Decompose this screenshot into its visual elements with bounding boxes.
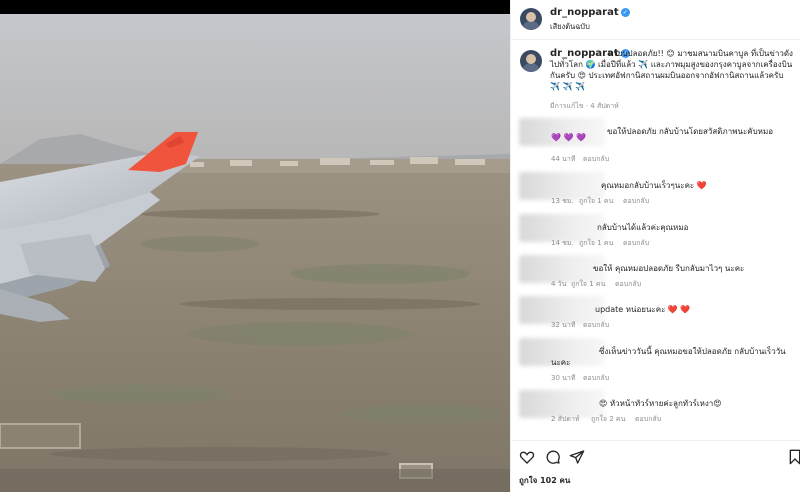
airplane-window-view	[0, 14, 510, 492]
comment-time: 32 นาที	[551, 321, 576, 329]
reply-button[interactable]: ตอบกลับ	[583, 320, 609, 331]
comment-text: update หน่อยนะคะ ❤️ ❤️	[595, 305, 691, 314]
post-actions-bar: ถูกใจ 102 คน	[511, 440, 800, 492]
comment-time: 44 นาที	[551, 155, 576, 163]
reply-button[interactable]: ตอบกลับ	[623, 238, 649, 249]
comment-time: 13 ชม.	[551, 197, 574, 205]
reply-button[interactable]: ตอบกลับ	[583, 154, 609, 165]
comment-time: 2 สัปดาห์	[551, 415, 580, 423]
comment-icon[interactable]	[545, 449, 561, 465]
verified-icon: ✓	[620, 8, 630, 17]
caption-text: หายบปลอดภัย!! 😊 มาชมสนามบินคาบูล ที่เป็น…	[550, 49, 793, 91]
header-username-text[interactable]: dr_nopparat	[550, 7, 619, 18]
comment-text: 😍 หัวหน้าทัวร์หายค่ะลูกทัวร์เหงา😍	[599, 399, 722, 408]
post-header: dr_nopparat ✓ เสียงต้นฉบับ	[511, 0, 800, 40]
post-panel: dr_nopparat ✓ เสียงต้นฉบับ dr_nopparat ✓ ห…	[510, 0, 800, 492]
avatar[interactable]	[520, 8, 542, 30]
post-meta: มีการแก้ไข · 4 สัปดาห์	[550, 102, 619, 110]
post-media-video[interactable]	[0, 14, 510, 492]
bookmark-icon[interactable]	[789, 449, 800, 465]
comment-text: คุณหมอกลับบ้านเร็วๆนะคะ ❤️	[601, 181, 707, 190]
comment-likes[interactable]: ถูกใจ 1 คน	[571, 279, 605, 290]
comment-time: 4 วัน	[551, 280, 567, 288]
reply-button[interactable]: ตอบกลับ	[635, 414, 661, 425]
reply-button[interactable]: ตอบกลับ	[615, 279, 641, 290]
heart-icon[interactable]	[519, 449, 535, 465]
comment-time: 30 นาที	[551, 374, 576, 382]
share-icon[interactable]	[569, 449, 585, 465]
comment-likes[interactable]: ถูกใจ 1 คน	[579, 238, 613, 249]
comment-text: ซึ่งเห็นข่าววันนี้ คุณหมอขอให้ปลอดภัย กล…	[551, 347, 786, 367]
comment-text: ขอให้ปลอดภัย กลับบ้านโดยสวัสดิภาพนะคับหม…	[607, 127, 774, 136]
comment-prefix: 💜 💜 💜	[551, 133, 586, 142]
comment-text: ขอให้ คุณหมอปลอดภัย รีบกลับมาไวๆ นะคะ	[593, 264, 745, 273]
comment-likes[interactable]: ถูกใจ 2 คน	[591, 414, 625, 425]
header-username[interactable]: dr_nopparat ✓	[550, 7, 630, 18]
audio-label[interactable]: เสียงต้นฉบับ	[550, 21, 590, 33]
comment-likes[interactable]: ถูกใจ 1 คน	[579, 196, 613, 207]
caption-avatar[interactable]	[520, 50, 542, 72]
reply-button[interactable]: ตอบกลับ	[623, 196, 649, 207]
comment-text: กลับบ้านได้แล้วค่ะคุณหมอ	[597, 223, 689, 232]
likes-count[interactable]: ถูกใจ 102 คน	[519, 474, 570, 487]
reply-button[interactable]: ตอบกลับ	[583, 373, 609, 384]
comment-time: 14 ชม.	[551, 239, 574, 247]
